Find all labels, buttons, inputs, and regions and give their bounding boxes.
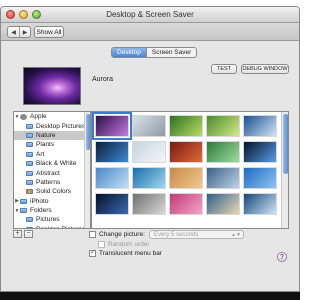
sidebar-item[interactable]: Art bbox=[14, 150, 90, 159]
change-picture-option[interactable]: Change picture: bbox=[89, 231, 145, 238]
picture-grid-panel bbox=[91, 111, 289, 229]
sidebar-item-label: Desktop Pictures bbox=[36, 226, 85, 228]
aurora-thumb[interactable] bbox=[92, 112, 132, 140]
red-leaf-thumb[interactable] bbox=[169, 141, 203, 163]
forward-arrow-icon[interactable]: ▶ bbox=[19, 27, 30, 37]
sidebar-item[interactable]: Plants bbox=[14, 140, 90, 149]
sidebar-item[interactable]: Desktop Pictures bbox=[14, 225, 90, 228]
sidebar-item-label: Apple bbox=[30, 113, 47, 121]
translucent-menu-bar-label: Translucent menu bar bbox=[99, 250, 162, 257]
sidebar-item[interactable]: Desktop Pictures bbox=[14, 121, 90, 130]
change-interval-value: Every 5 seconds bbox=[154, 231, 199, 238]
sidebar-item-label: Plants bbox=[36, 141, 55, 149]
toolbar: ◀ ▶ Show All bbox=[1, 23, 299, 41]
sidebar-item[interactable]: Abstract bbox=[14, 168, 90, 177]
folder-icon bbox=[26, 217, 33, 223]
back-arrow-icon[interactable]: ◀ bbox=[8, 27, 19, 37]
picture-grid-scrollbar[interactable] bbox=[281, 112, 288, 228]
grass-thumb[interactable] bbox=[206, 115, 240, 137]
tab-desktop[interactable]: Desktop bbox=[112, 48, 146, 57]
iphoto-icon bbox=[20, 198, 27, 204]
tab-screen-saver[interactable]: Screen Saver bbox=[145, 48, 196, 57]
source-list-scrollbar[interactable] bbox=[84, 112, 90, 228]
solid-colors-icon bbox=[26, 189, 33, 195]
source-list-rows: ▼ Apple Desktop Pictures Nature Plants Art Bla… bbox=[14, 112, 90, 228]
wave-thumb[interactable] bbox=[243, 115, 277, 137]
sidebar-item-label: Solid Colors bbox=[36, 188, 72, 196]
tab-bar: Desktop Screen Saver bbox=[111, 47, 198, 58]
coast-thumb[interactable] bbox=[206, 193, 240, 215]
random-order-label: Random order bbox=[108, 241, 150, 248]
sidebar-item[interactable]: Nature bbox=[14, 130, 90, 141]
sidebar-item-label: Pictures bbox=[36, 216, 60, 224]
sidebar-item[interactable]: ▶ iPhoto bbox=[14, 197, 90, 206]
random-order-checkbox[interactable] bbox=[98, 241, 105, 248]
pebbles-thumb[interactable] bbox=[132, 193, 166, 215]
sidebar-item[interactable]: Black & White bbox=[14, 159, 90, 168]
window-title: Desktop & Screen Saver bbox=[106, 10, 194, 19]
change-picture-checkbox[interactable] bbox=[89, 231, 96, 238]
ocean-thumb[interactable] bbox=[132, 167, 166, 189]
change-picture-label: Change picture: bbox=[99, 231, 145, 238]
test-button[interactable]: TEST bbox=[211, 64, 237, 74]
folder-icon bbox=[26, 179, 33, 185]
sidebar-item[interactable]: Patterns bbox=[14, 178, 90, 187]
earth2-thumb[interactable] bbox=[243, 141, 277, 163]
random-order-option[interactable]: Random order bbox=[98, 241, 150, 248]
snow-thumb[interactable] bbox=[132, 141, 166, 163]
title-bar: Desktop & Screen Saver bbox=[1, 7, 299, 23]
debug-window-button[interactable]: DEBUG WINDOW bbox=[241, 64, 289, 74]
picture-source-list: ▼ Apple Desktop Pictures Nature Plants Art Bla… bbox=[13, 111, 91, 229]
folder-icon bbox=[26, 161, 33, 167]
folder-icon bbox=[26, 142, 33, 148]
add-folder-button[interactable]: + bbox=[13, 230, 22, 238]
folder-icon bbox=[20, 208, 27, 214]
folder-icon bbox=[26, 132, 33, 138]
sidebar-item-label: Desktop Pictures bbox=[36, 122, 86, 130]
dunes-thumb[interactable] bbox=[169, 167, 203, 189]
sidebar-item-label: Patterns bbox=[36, 178, 61, 186]
folder-icon bbox=[26, 123, 33, 129]
picture-grid bbox=[92, 112, 277, 215]
blue-sky-thumb[interactable] bbox=[243, 167, 277, 189]
sidebar-item-label: iPhoto bbox=[30, 197, 49, 205]
apple-icon bbox=[20, 113, 27, 120]
forest-thumb[interactable] bbox=[132, 115, 166, 137]
change-interval-popup[interactable]: Every 5 seconds ▲▼ bbox=[149, 230, 244, 239]
help-button[interactable]: ? bbox=[277, 252, 287, 262]
sidebar-item-label: Abstract bbox=[36, 169, 60, 177]
translucent-menu-bar-option[interactable]: ✓ Translucent menu bar bbox=[89, 250, 162, 257]
back-forward-control: ◀ ▶ bbox=[7, 26, 31, 38]
sky-thumb[interactable] bbox=[95, 167, 129, 189]
show-all-button[interactable]: Show All bbox=[34, 26, 64, 38]
folder-icon bbox=[26, 170, 33, 176]
sidebar-item-label: Nature bbox=[36, 131, 56, 139]
system-preferences-window: Desktop & Screen Saver ◀ ▶ Show All Desk… bbox=[0, 6, 300, 292]
lake-thumb[interactable] bbox=[206, 167, 240, 189]
folder-icon bbox=[26, 226, 33, 228]
sidebar-item[interactable]: Pictures bbox=[14, 215, 90, 224]
sidebar-item-label: Art bbox=[36, 150, 45, 158]
pink-thumb[interactable] bbox=[169, 193, 203, 215]
sidebar-item[interactable]: ▼ Apple bbox=[14, 112, 90, 121]
current-picture-name: Aurora bbox=[92, 76, 114, 83]
iceberg-thumb[interactable] bbox=[243, 193, 277, 215]
sidebar-item[interactable]: ▼ Folders bbox=[14, 206, 90, 215]
earth-thumb[interactable] bbox=[95, 141, 129, 163]
sidebar-item[interactable]: Solid Colors bbox=[14, 187, 90, 196]
bottom-edge bbox=[0, 292, 300, 300]
translucent-menu-bar-checkbox[interactable]: ✓ bbox=[89, 250, 96, 257]
folder-icon bbox=[26, 151, 33, 157]
leaf-thumb[interactable] bbox=[169, 115, 203, 137]
picture-grid-scroll-thumb[interactable] bbox=[283, 114, 288, 174]
sidebar-item-label: Black & White bbox=[36, 160, 77, 168]
current-desktop-preview bbox=[23, 67, 81, 105]
sidebar-item-label: Folders bbox=[30, 207, 52, 215]
popup-arrows-icon: ▲▼ bbox=[231, 231, 241, 238]
remove-folder-button[interactable]: − bbox=[24, 230, 33, 238]
green-leaf-thumb[interactable] bbox=[206, 141, 240, 163]
galaxy-thumb[interactable] bbox=[95, 193, 129, 215]
source-list-scroll-thumb[interactable] bbox=[86, 114, 90, 150]
